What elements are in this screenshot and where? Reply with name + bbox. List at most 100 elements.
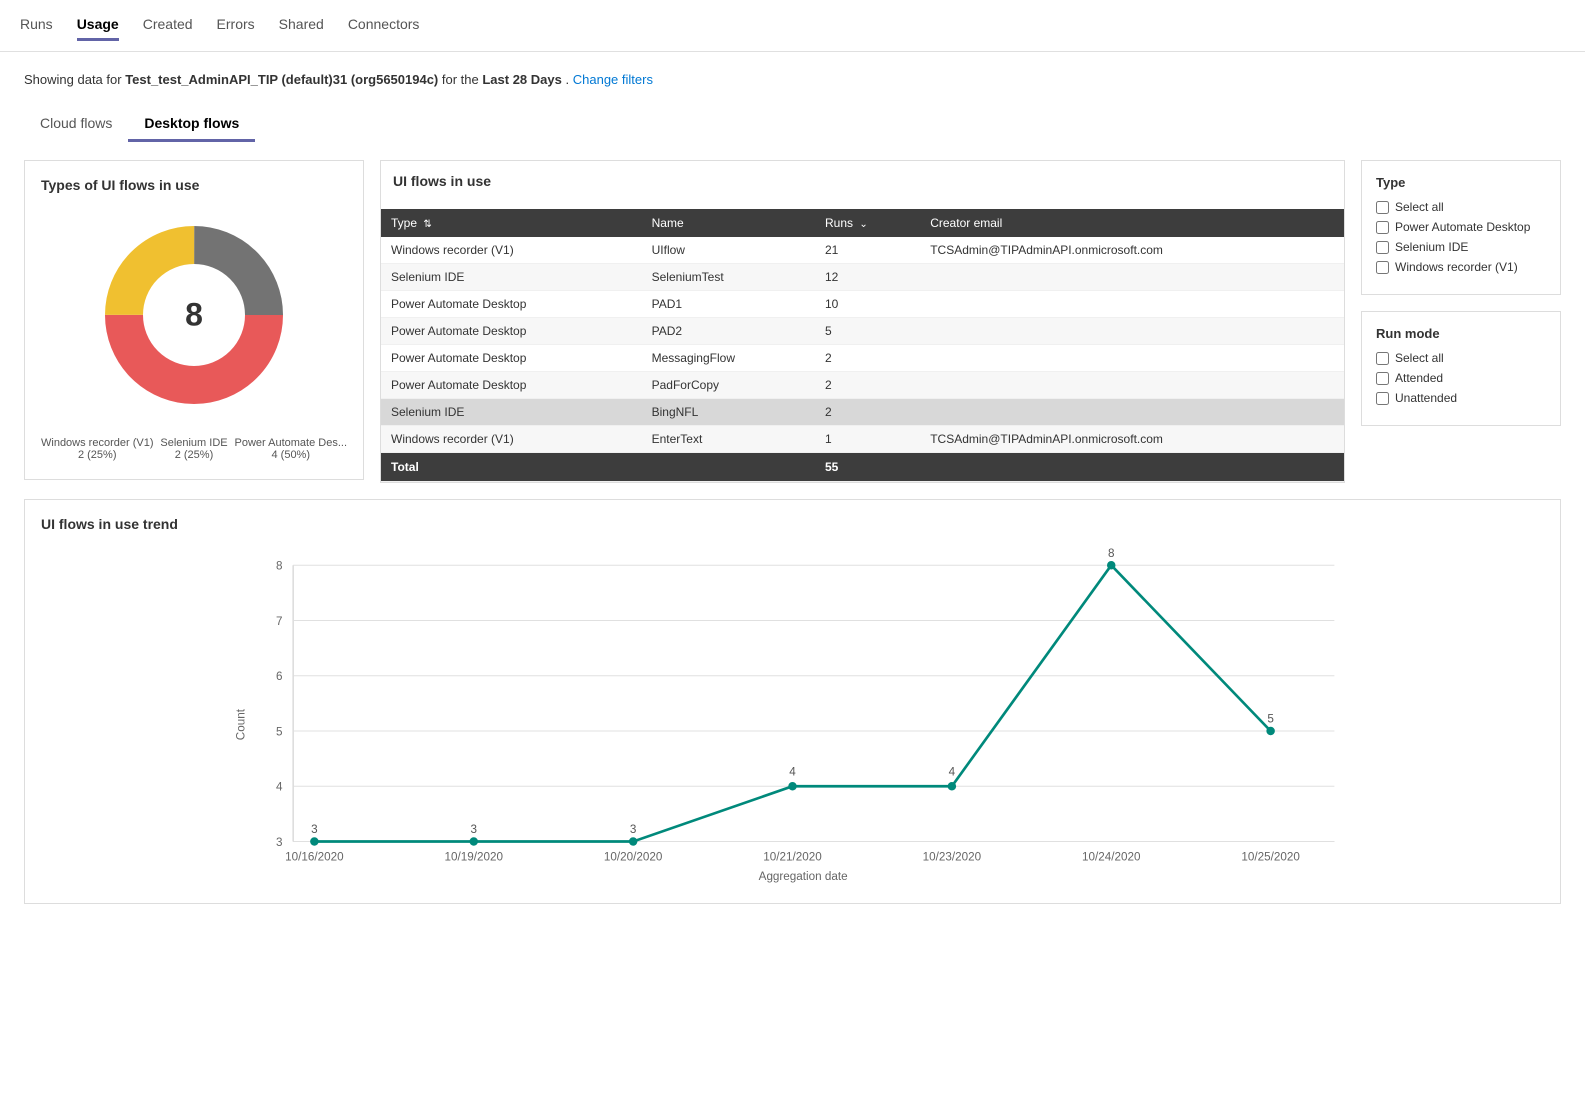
point-6 bbox=[1107, 561, 1116, 570]
nav-item-errors[interactable]: Errors bbox=[217, 10, 255, 41]
x-label-3: 10/20/2020 bbox=[604, 851, 663, 864]
type-filter-option[interactable]: Selenium IDE bbox=[1376, 240, 1546, 254]
table-header: Type ⇅ Name Runs ⌄ Creator email bbox=[381, 209, 1344, 237]
table-body: Windows recorder (V1)UIflow21TCSAdmin@TI… bbox=[381, 237, 1344, 453]
footer-total: 55 bbox=[815, 453, 920, 482]
svg-text:5: 5 bbox=[276, 725, 283, 738]
cell-type: Power Automate Desktop bbox=[381, 372, 642, 399]
footer-empty2 bbox=[920, 453, 1344, 482]
cell-runs: 10 bbox=[815, 291, 920, 318]
type-filter-option[interactable]: Select all bbox=[1376, 200, 1546, 214]
subtitle-suffix: . bbox=[565, 72, 569, 87]
y-axis-label: Count bbox=[234, 708, 247, 740]
subtitle-prefix: Showing data for bbox=[24, 72, 125, 87]
val-label-4: 4 bbox=[789, 766, 796, 779]
type-filter-checkbox[interactable] bbox=[1376, 261, 1389, 274]
nav-item-shared[interactable]: Shared bbox=[279, 10, 324, 41]
point-4 bbox=[788, 782, 797, 791]
type-filter-option[interactable]: Windows recorder (V1) bbox=[1376, 260, 1546, 274]
type-filter-label: Selenium IDE bbox=[1395, 240, 1468, 254]
runmode-filter-checkbox[interactable] bbox=[1376, 392, 1389, 405]
footer-label: Total bbox=[381, 453, 642, 482]
point-3 bbox=[629, 837, 638, 846]
x-label-7: 10/25/2020 bbox=[1241, 851, 1300, 864]
trend-panel: UI flows in use trend Count 3 4 5 6 7 8 bbox=[24, 499, 1561, 904]
table-row: Power Automate DesktopMessagingFlow2 bbox=[381, 345, 1344, 372]
cell-runs: 2 bbox=[815, 399, 920, 426]
flow-tab-desktop-flows[interactable]: Desktop flows bbox=[128, 107, 255, 142]
runs-sort-arrow: ⌄ bbox=[859, 219, 867, 230]
type-filter-label: Windows recorder (V1) bbox=[1395, 260, 1518, 274]
donut-label-selenium: Selenium IDE 2 (25%) bbox=[160, 437, 227, 461]
donut-labels: Windows recorder (V1) 2 (25%) Selenium I… bbox=[41, 437, 347, 461]
runmode-filter-title: Run mode bbox=[1376, 326, 1546, 341]
table-row: Windows recorder (V1)EnterText1TCSAdmin@… bbox=[381, 426, 1344, 453]
type-filter-checkbox[interactable] bbox=[1376, 241, 1389, 254]
footer-row: Total 55 bbox=[381, 453, 1344, 482]
cell-runs: 2 bbox=[815, 372, 920, 399]
runmode-filter-label: Attended bbox=[1395, 371, 1443, 385]
donut-label-windows: Windows recorder (V1) 2 (25%) bbox=[41, 437, 153, 461]
cell-type: Power Automate Desktop bbox=[381, 291, 642, 318]
change-filters-link[interactable]: Change filters bbox=[573, 72, 653, 87]
cell-name: PadForCopy bbox=[642, 372, 815, 399]
table-panel-title: UI flows in use bbox=[381, 161, 1344, 197]
col-type[interactable]: Type ⇅ bbox=[381, 209, 642, 237]
cell-name: PAD2 bbox=[642, 318, 815, 345]
col-runs[interactable]: Runs ⌄ bbox=[815, 209, 920, 237]
cell-type: Power Automate Desktop bbox=[381, 318, 642, 345]
x-label-5: 10/23/2020 bbox=[923, 851, 982, 864]
table-row: Power Automate DesktopPadForCopy2 bbox=[381, 372, 1344, 399]
runmode-filter-option[interactable]: Unattended bbox=[1376, 391, 1546, 405]
flow-tabs: Cloud flowsDesktop flows bbox=[24, 107, 1561, 142]
cell-runs: 12 bbox=[815, 264, 920, 291]
cell-type: Power Automate Desktop bbox=[381, 345, 642, 372]
svg-text:4: 4 bbox=[276, 781, 283, 794]
cell-email bbox=[920, 264, 1344, 291]
table-row: Windows recorder (V1)UIflow21TCSAdmin@TI… bbox=[381, 237, 1344, 264]
flow-tab-cloud-flows[interactable]: Cloud flows bbox=[24, 107, 128, 142]
runmode-filter-checkbox[interactable] bbox=[1376, 352, 1389, 365]
val-label-1: 3 bbox=[311, 823, 318, 836]
point-1 bbox=[310, 837, 319, 846]
cell-name: MessagingFlow bbox=[642, 345, 815, 372]
table-row: Power Automate DesktopPAD110 bbox=[381, 291, 1344, 318]
svg-text:3: 3 bbox=[276, 836, 283, 849]
table-footer: Total 55 bbox=[381, 453, 1344, 482]
val-label-7: 5 bbox=[1267, 713, 1274, 726]
runmode-filter-option[interactable]: Select all bbox=[1376, 351, 1546, 365]
top-section: Types of UI flows in use 8 W bbox=[24, 160, 1561, 483]
subtitle: Showing data for Test_test_AdminAPI_TIP … bbox=[24, 72, 1561, 87]
runmode-filter-checkbox[interactable] bbox=[1376, 372, 1389, 385]
cell-name: BingNFL bbox=[642, 399, 815, 426]
subtitle-middle: for the bbox=[442, 72, 482, 87]
table-panel: UI flows in use Type ⇅ Name Runs ⌄ bbox=[380, 160, 1345, 483]
donut-panel: Types of UI flows in use 8 W bbox=[24, 160, 364, 480]
nav-bar: Runs Usage Created Errors Shared Connectors bbox=[0, 0, 1585, 52]
nav-item-created[interactable]: Created bbox=[143, 10, 193, 41]
type-filter-label: Select all bbox=[1395, 200, 1444, 214]
cell-runs: 1 bbox=[815, 426, 920, 453]
point-2 bbox=[470, 837, 479, 846]
nav-item-runs[interactable]: Runs bbox=[20, 10, 53, 41]
col-name[interactable]: Name bbox=[642, 209, 815, 237]
trend-line bbox=[314, 565, 1270, 841]
cell-email bbox=[920, 372, 1344, 399]
cell-email: TCSAdmin@TIPAdminAPI.onmicrosoft.com bbox=[920, 237, 1344, 264]
x-label-4: 10/21/2020 bbox=[763, 851, 822, 864]
subtitle-bold2: Last 28 Days bbox=[482, 72, 562, 87]
nav-item-connectors[interactable]: Connectors bbox=[348, 10, 420, 41]
svg-text:6: 6 bbox=[276, 670, 283, 683]
runmode-filter-option[interactable]: Attended bbox=[1376, 371, 1546, 385]
type-filter-checkbox[interactable] bbox=[1376, 221, 1389, 234]
cell-name: SeleniumTest bbox=[642, 264, 815, 291]
donut-center-value: 8 bbox=[185, 297, 203, 334]
x-label-6: 10/24/2020 bbox=[1082, 851, 1141, 864]
type-filter-option[interactable]: Power Automate Desktop bbox=[1376, 220, 1546, 234]
svg-text:8: 8 bbox=[276, 560, 283, 573]
table-row: Power Automate DesktopPAD25 bbox=[381, 318, 1344, 345]
type-filter-checkbox[interactable] bbox=[1376, 201, 1389, 214]
runmode-filter-options: Select all Attended Unattended bbox=[1376, 351, 1546, 405]
nav-item-usage[interactable]: Usage bbox=[77, 10, 119, 41]
svg-text:7: 7 bbox=[276, 615, 283, 628]
